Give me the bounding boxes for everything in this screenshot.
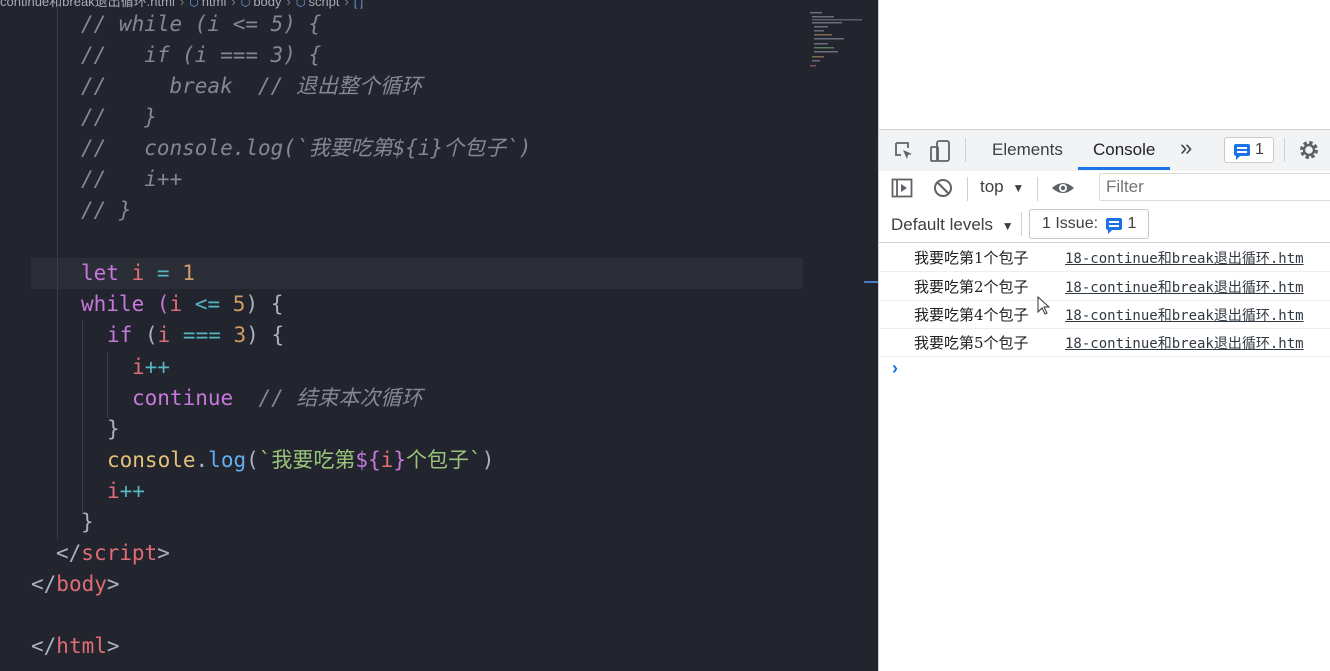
devtools-panel: Elements Console » 1 top ▼ Default level… — [878, 0, 1330, 671]
source-link[interactable]: 18-continue和break退出循环.htm — [1065, 277, 1304, 297]
chevron-right-icon: › — [179, 0, 185, 9]
settings-gear-icon[interactable] — [1297, 138, 1321, 166]
console-message: 我要吃第2个包子 18-continue和break退出循环.htm — [879, 272, 1330, 301]
code-line[interactable]: let i = 1 — [81, 258, 195, 289]
code-line[interactable]: continue // 结束本次循环 — [132, 383, 422, 414]
message-icon — [1234, 143, 1251, 160]
tab-elements[interactable]: Elements — [992, 130, 1063, 170]
divider — [1284, 138, 1285, 162]
default-levels-dropdown[interactable]: Default levels ▼ — [891, 215, 1014, 235]
element-icon: ⬡ — [240, 0, 251, 9]
code-line[interactable]: if (i === 3) { — [107, 320, 284, 351]
code-editor[interactable]: continue和break退出循环.html › ⬡ html › ⬡ body › ⬡ scr… — [0, 0, 878, 671]
chevron-right-icon: › — [344, 0, 349, 9]
breadcrumb-file[interactable]: continue和break退出循环.html — [0, 0, 175, 9]
console-message: 我要吃第5个包子 18-continue和break退出循环.htm — [879, 328, 1330, 357]
divider — [967, 177, 968, 201]
code-line[interactable]: i++ — [132, 352, 170, 383]
breadcrumb-html[interactable]: html — [202, 0, 227, 9]
breadcrumb-script[interactable]: script — [308, 0, 339, 9]
code-line[interactable]: while (i <= 5) { — [81, 289, 283, 320]
element-icon: [ ] — [353, 0, 364, 9]
indent-guide — [57, 0, 58, 540]
code-line[interactable]: // i++ — [81, 164, 182, 195]
console-toolbar: top ▼ — [879, 171, 1330, 208]
dropdown-arrow-icon: ▼ — [1001, 219, 1014, 233]
source-link[interactable]: 18-continue和break退出循环.htm — [1065, 248, 1304, 268]
console-message: 我要吃第4个包子 18-continue和break退出循环.htm — [879, 300, 1330, 329]
divider — [965, 138, 966, 162]
code-line[interactable]: // while (i <= 5) { — [81, 9, 321, 40]
chevron-right-icon: › — [231, 0, 236, 9]
source-link[interactable]: 18-continue和break退出循环.htm — [1065, 333, 1304, 353]
code-line[interactable]: // console.log(`我要吃第${i}个包子`) — [81, 133, 531, 164]
devtools-tabbar: Elements Console » 1 — [879, 129, 1330, 172]
chevron-right-icon: › — [286, 0, 291, 9]
console-prompt[interactable]: › — [892, 358, 898, 379]
element-icon: ⬡ — [295, 0, 306, 9]
source-link[interactable]: 18-continue和break退出循环.htm — [1065, 305, 1304, 325]
element-icon: ⬡ — [189, 0, 199, 9]
breadcrumb: continue和break退出循环.html › ⬡ html › ⬡ body › ⬡ scr… — [0, 0, 366, 9]
tab-console[interactable]: Console — [1078, 130, 1171, 170]
minimap[interactable] — [808, 10, 864, 70]
code-line[interactable]: </script> — [56, 538, 170, 569]
eye-icon[interactable] — [1051, 178, 1075, 202]
inspect-element-icon[interactable] — [893, 140, 915, 166]
clear-console-icon[interactable] — [932, 177, 954, 203]
divider — [1021, 212, 1022, 236]
indent-guide — [82, 320, 83, 515]
code-line[interactable]: console.log(`我要吃第${i}个包子`) — [107, 445, 494, 476]
code-line[interactable]: i++ — [107, 476, 145, 507]
message-icon — [1106, 217, 1123, 234]
code-line[interactable]: // } — [81, 102, 157, 133]
breadcrumb-body[interactable]: body — [253, 0, 281, 9]
console-message: 我要吃第1个包子 18-continue和break退出循环.htm — [879, 243, 1330, 272]
indent-guide — [107, 352, 108, 418]
mouse-cursor-icon — [1037, 296, 1050, 315]
code-line[interactable]: // if (i === 3) { — [81, 40, 321, 71]
context-selector[interactable]: top ▼ — [980, 177, 1024, 197]
code-line[interactable]: // } — [81, 195, 132, 226]
code-line[interactable]: } — [81, 507, 94, 538]
messages-badge[interactable]: 1 — [1224, 137, 1274, 163]
sidebar-toggle-icon[interactable] — [891, 178, 913, 202]
code-line[interactable]: </body> — [31, 569, 120, 600]
more-tabs-icon[interactable]: » — [1180, 128, 1192, 168]
code-line[interactable]: </html> — [31, 631, 120, 662]
filter-input[interactable] — [1099, 173, 1330, 201]
scrollbar-position-marker[interactable] — [864, 281, 878, 283]
code-line[interactable]: } — [107, 414, 120, 445]
divider — [1037, 177, 1038, 201]
code-line[interactable]: // break // 退出整个循环 — [81, 71, 422, 102]
levels-bar: Default levels ▼ 1 Issue: 1 — [879, 207, 1330, 243]
issues-button[interactable]: 1 Issue: 1 — [1029, 209, 1150, 239]
device-toggle-icon[interactable] — [929, 139, 951, 167]
dropdown-arrow-icon: ▼ — [1012, 181, 1025, 195]
